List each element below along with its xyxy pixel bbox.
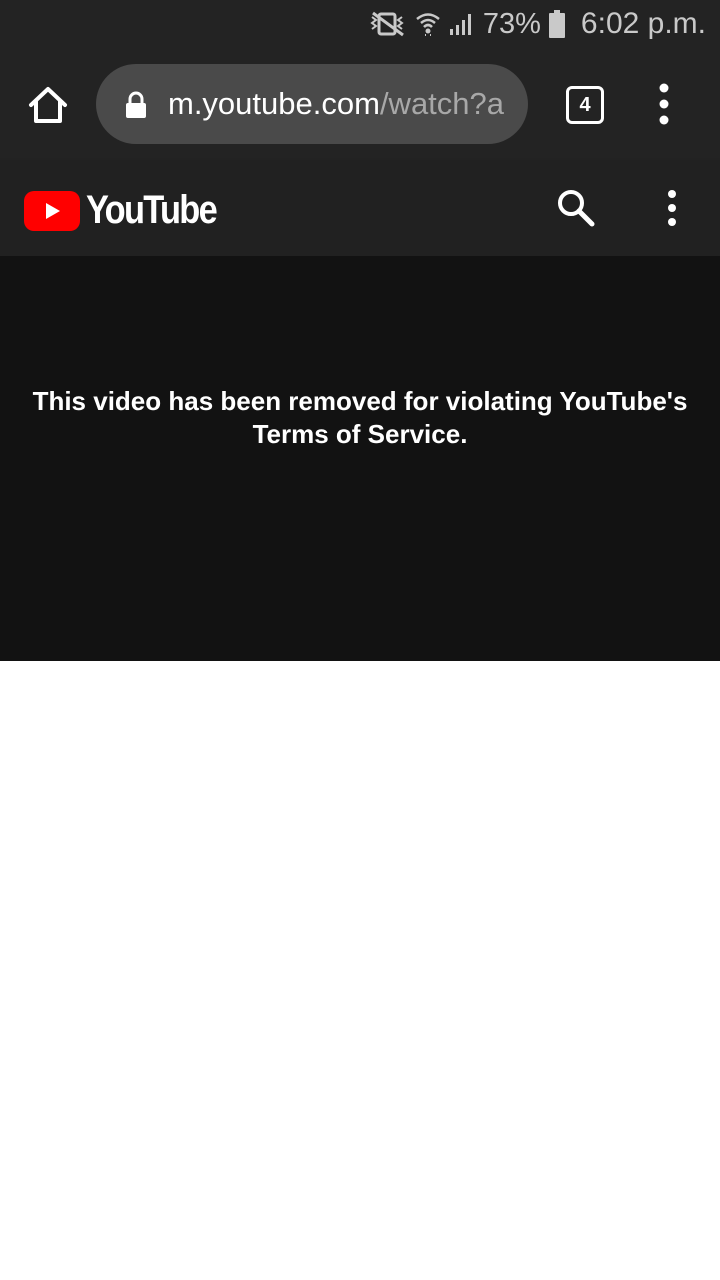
youtube-wordmark: YouTube — [86, 188, 218, 232]
battery-percent: 73% — [482, 7, 541, 40]
url-text: m.youtube.com/watch?a — [168, 64, 513, 144]
vibrate-mute-icon — [370, 11, 404, 37]
url-host: m.youtube.com — [168, 86, 380, 121]
signal-icon — [449, 14, 471, 35]
tab-switcher-button[interactable]: 4 — [566, 86, 604, 124]
status-icons: 73% 6:02 p.m. — [369, 0, 706, 48]
youtube-logo[interactable]: YouTube — [24, 188, 237, 233]
search-icon[interactable] — [554, 186, 598, 230]
tab-count: 4 — [579, 93, 591, 116]
home-icon[interactable] — [26, 83, 70, 127]
browser-toolbar: m.youtube.com/watch?a 4 — [0, 48, 720, 160]
url-path: /watch?a — [379, 86, 505, 121]
overflow-menu-icon[interactable] — [650, 78, 678, 130]
battery-icon — [548, 10, 565, 38]
video-player[interactable]: This video has been removed for violatin… — [0, 256, 720, 661]
youtube-header: YouTube — [0, 160, 720, 256]
lock-icon — [126, 91, 146, 118]
page-content — [0, 661, 720, 1280]
video-removed-message: This video has been removed for violatin… — [32, 386, 688, 449]
youtube-play-icon — [24, 190, 80, 231]
status-bar: 73% 6:02 p.m. — [0, 0, 720, 48]
more-vert-icon[interactable] — [660, 186, 684, 230]
address-bar[interactable]: m.youtube.com/watch?a — [96, 64, 528, 144]
status-time: 6:02 p.m. — [580, 7, 706, 40]
wifi-icon — [416, 13, 440, 36]
